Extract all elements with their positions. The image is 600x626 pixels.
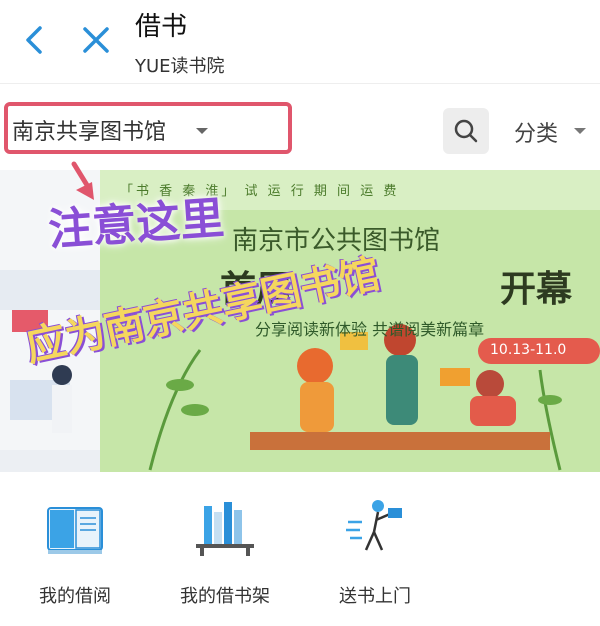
category-dropdown[interactable]: 分类 (514, 116, 558, 148)
promo-banner[interactable]: 「书 香 秦 淮」 试 运 行 期 间 运 费 南京市公共图书馆 首届 开幕 分… (0, 170, 600, 472)
search-button[interactable] (443, 108, 489, 154)
bookshelf-icon (196, 502, 254, 556)
function-menu: 我的借阅 我的借书架 送书上门 (0, 472, 600, 626)
caret-down-icon (196, 128, 208, 134)
chevron-left-icon (26, 26, 42, 54)
annotation-arrow-icon (71, 161, 94, 200)
back-button[interactable] (18, 22, 54, 58)
banner-date-badge: 10.13-11.0 (490, 342, 567, 358)
menu-book-delivery[interactable]: 送书上门 (300, 472, 450, 626)
search-icon (454, 119, 478, 143)
menu-label: 我的借书架 (180, 586, 270, 607)
close-button[interactable] (78, 22, 114, 58)
top-header: 借书 YUE读书院 (0, 0, 600, 84)
delivery-person-icon (346, 500, 402, 551)
menu-label: 我的借阅 (39, 586, 111, 607)
menu-my-borrowing[interactable]: 我的借阅 (0, 472, 150, 626)
page-title: 借书 (135, 12, 188, 42)
library-selector[interactable]: 南京共享图书馆 (12, 114, 166, 146)
banner-headline-right: 开幕 (500, 268, 573, 310)
menu-my-bookshelf[interactable]: 我的借书架 (150, 472, 300, 626)
book-open-icon (47, 507, 103, 554)
banner-tagline: 分享阅读新体验 共谱阅美新篇章 (255, 320, 485, 339)
menu-label: 送书上门 (339, 586, 411, 607)
page-subtitle: YUE读书院 (135, 56, 225, 77)
caret-down-icon (574, 128, 586, 134)
close-icon (83, 27, 109, 53)
